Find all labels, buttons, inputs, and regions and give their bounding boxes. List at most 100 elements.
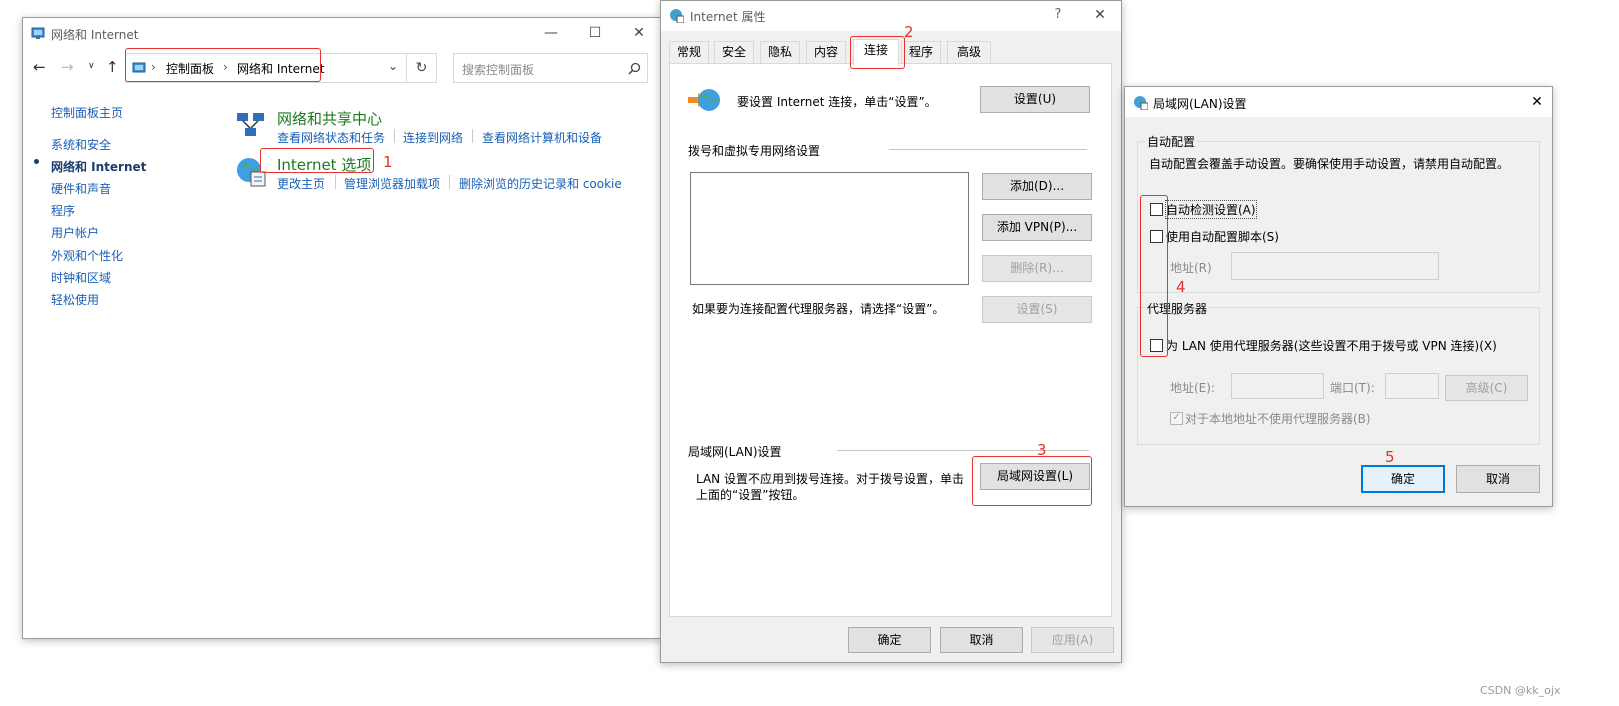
search-input[interactable]: 搜索控制面板 [462, 61, 534, 78]
advanced-button[interactable]: 高级(C) [1445, 375, 1528, 401]
apply-button[interactable]: 应用(A) [1031, 627, 1114, 653]
auto-detect-label[interactable]: 自动检测设置(A) [1165, 200, 1257, 219]
link-divider [335, 175, 336, 189]
port-label: 端口(T): [1330, 381, 1375, 395]
nav-ease-of-access[interactable]: 轻松使用 [51, 291, 99, 308]
up-button[interactable]: ↑ [106, 58, 119, 76]
proxy-hint: 如果要为连接配置代理服务器，请选择“设置”。 [692, 302, 945, 316]
annotation-4: 4 [1176, 278, 1186, 296]
auto-config-desc: 自动配置会覆盖手动设置。要确保使用手动设置，请禁用自动配置。 [1149, 157, 1510, 171]
nav-system-security[interactable]: 系统和安全 [51, 136, 111, 153]
back-button[interactable]: ← [33, 58, 46, 76]
annotation-1: 1 [383, 153, 393, 171]
annotation-box-internet-options [260, 148, 374, 173]
tab-privacy[interactable]: 隐私 [760, 41, 800, 63]
nav-user-accounts[interactable]: 用户帐户 [51, 224, 99, 241]
internet-connect-icon [688, 89, 720, 111]
control-panel-window: 网络和 Internet — ☐ ✕ ← → ∨ ↑ › 控制面板 › 网络和 … [22, 17, 662, 639]
nav-network-internet[interactable]: 网络和 Internet [51, 158, 146, 175]
recent-locations-icon[interactable]: ∨ [88, 61, 95, 71]
current-nav-bullet [34, 159, 39, 164]
internet-options-icon [1134, 96, 1148, 110]
lan-separator [837, 450, 1089, 451]
annotation-2: 2 [904, 23, 914, 41]
ok-button[interactable]: 确定 [1361, 465, 1445, 493]
network-sharing-icon [237, 113, 264, 136]
lan-text-line1: LAN 设置不应用到拨号连接。对于拨号设置，单击 [696, 472, 964, 486]
script-address-input[interactable] [1231, 252, 1439, 280]
annotation-box-checkboxes [1140, 195, 1168, 357]
cancel-button[interactable]: 取消 [940, 627, 1023, 653]
dialup-label: 拨号和虚拟专用网络设置 [688, 144, 821, 158]
link-network-status[interactable]: 查看网络状态和任务 [277, 129, 385, 146]
nav-appearance[interactable]: 外观和个性化 [51, 247, 123, 264]
minimize-button[interactable]: — [531, 18, 571, 48]
link-divider [472, 129, 473, 143]
search-box[interactable]: 搜索控制面板 [453, 53, 648, 83]
settings-button[interactable]: 设置(S) [982, 296, 1092, 323]
remove-button[interactable]: 删除(R)... [982, 255, 1092, 282]
use-proxy-label[interactable]: 为 LAN 使用代理服务器(这些设置不用于拨号或 VPN 连接)(X) [1166, 337, 1497, 354]
lan-title: 局域网(LAN)设置 [1153, 97, 1247, 111]
cancel-button[interactable]: 取消 [1456, 465, 1540, 493]
lan-text-line2: 上面的“设置”按钮。 [696, 488, 805, 502]
bypass-local-label[interactable]: 对于本地地址不使用代理服务器(B) [1185, 410, 1371, 427]
ip-titlebar: Internet 属性 ? ✕ [661, 1, 1121, 31]
nav-hardware-sound[interactable]: 硬件和声音 [51, 180, 111, 197]
close-button[interactable]: ✕ [1522, 87, 1552, 117]
cp-titlebar: 网络和 Internet — ☐ ✕ [23, 18, 661, 48]
lan-settings-dialog: 局域网(LAN)设置 ✕ 自动配置 自动配置会覆盖手动设置。要确保使用手动设置，… [1124, 86, 1553, 507]
refresh-button[interactable]: ↻ [407, 53, 437, 83]
annotation-box-connections-tab [850, 36, 905, 69]
bypass-local-checkbox[interactable]: ✓ [1170, 412, 1183, 425]
maximize-button[interactable]: ☐ [575, 18, 615, 48]
proxy-address-label: 地址(E): [1170, 381, 1215, 395]
network-sharing-title[interactable]: 网络和共享中心 [277, 108, 382, 129]
help-button[interactable]: ? [1043, 0, 1073, 30]
ip-title: Internet 属性 [690, 10, 766, 24]
nav-clock-region[interactable]: 时钟和区域 [51, 269, 111, 286]
control-panel-icon [31, 27, 45, 39]
link-divider [394, 129, 395, 143]
nav-programs[interactable]: 程序 [51, 202, 75, 219]
setup-button[interactable]: 设置(U) [980, 86, 1090, 113]
lan-titlebar: 局域网(LAN)设置 ✕ [1125, 87, 1552, 117]
link-manage-addons[interactable]: 管理浏览器加载项 [344, 175, 440, 192]
port-input[interactable] [1385, 373, 1439, 399]
annotation-box-lan-button [972, 456, 1092, 506]
annotation-3: 3 [1037, 441, 1047, 459]
add-vpn-button[interactable]: 添加 VPN(P)... [982, 214, 1092, 241]
tab-general[interactable]: 常规 [669, 41, 709, 63]
script-address-label: 地址(R) [1170, 261, 1212, 275]
link-connect-network[interactable]: 连接到网络 [403, 129, 463, 146]
nav-control-panel-home[interactable]: 控制面板主页 [51, 104, 123, 121]
lan-label: 局域网(LAN)设置 [688, 445, 782, 459]
cp-title: 网络和 Internet [51, 28, 139, 42]
auto-config-label: 自动配置 [1145, 133, 1198, 150]
tab-content[interactable]: 内容 [806, 41, 846, 63]
link-change-homepage[interactable]: 更改主页 [277, 175, 325, 192]
setup-text: 要设置 Internet 连接，单击“设置”。 [737, 95, 937, 109]
add-button[interactable]: 添加(D)... [982, 173, 1092, 200]
chevron-down-icon[interactable]: ⌄ [388, 59, 398, 73]
annotation-box-breadcrumb [125, 48, 321, 82]
tab-security[interactable]: 安全 [714, 41, 754, 63]
search-icon [628, 62, 641, 75]
tab-advanced[interactable]: 高级 [947, 41, 991, 63]
link-network-computers[interactable]: 查看网络计算机和设备 [482, 129, 602, 146]
link-divider [449, 175, 450, 189]
watermark: CSDN @kk_ojx [1480, 684, 1561, 697]
ok-button[interactable]: 确定 [848, 627, 931, 653]
dialup-separator [889, 149, 1087, 150]
connections-list[interactable] [690, 172, 969, 285]
link-delete-history[interactable]: 删除浏览的历史记录和 cookie [459, 175, 622, 192]
tab-programs[interactable]: 程序 [901, 41, 941, 63]
use-script-label[interactable]: 使用自动配置脚本(S) [1166, 228, 1279, 245]
proxy-address-input[interactable] [1231, 373, 1324, 399]
close-button[interactable]: ✕ [619, 18, 659, 48]
forward-button[interactable]: → [61, 58, 74, 76]
annotation-5: 5 [1385, 448, 1395, 466]
internet-options-icon [670, 9, 684, 23]
close-button[interactable]: ✕ [1085, 0, 1115, 30]
internet-properties-dialog: Internet 属性 ? ✕ 常规 安全 隐私 内容 连接 程序 高级 2 要… [660, 0, 1122, 663]
